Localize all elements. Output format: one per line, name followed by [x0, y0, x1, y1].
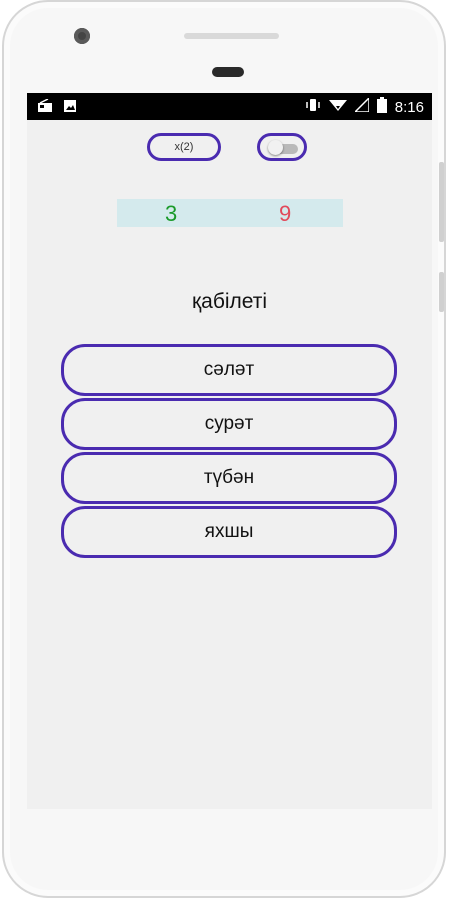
multiplier-label: x(2): [174, 141, 194, 153]
answer-list: сәләт сурәт түбән яхшы: [61, 344, 397, 560]
answer-label: түбән: [203, 467, 255, 488]
mode-toggle[interactable]: [257, 133, 307, 161]
wrong-count: 9: [279, 201, 292, 226]
speaker-grille: [184, 33, 279, 39]
answer-label: яхшы: [204, 521, 254, 542]
vibrate-icon: [305, 97, 321, 118]
answer-button[interactable]: яхшы: [61, 506, 397, 558]
answer-label: сурәт: [204, 413, 254, 434]
toggle-knob: [268, 140, 283, 155]
app-screen: 8:16 x(2) 3 9 қабілеті сәләт сурәт түбән…: [27, 93, 432, 809]
earpiece: [212, 67, 244, 77]
image-icon: [63, 99, 77, 118]
correct-count: 3: [165, 201, 178, 226]
answer-button[interactable]: сурәт: [61, 398, 397, 450]
phone-frame: 8:16 x(2) 3 9 қабілеті сәләт сурәт түбән…: [2, 0, 446, 898]
answer-button[interactable]: түбән: [61, 452, 397, 504]
status-time: 8:16: [394, 99, 424, 116]
question-word: қабілеті: [191, 290, 268, 313]
front-camera: [74, 28, 90, 44]
wifi-icon: [328, 98, 347, 117]
top-controls: x(2): [147, 133, 307, 161]
multiplier-button[interactable]: x(2): [147, 133, 221, 161]
status-bar: 8:16: [27, 93, 432, 120]
signal-icon: [352, 96, 370, 117]
answer-button[interactable]: сәләт: [61, 344, 397, 396]
power-button: [439, 272, 444, 312]
volume-button: [439, 162, 444, 242]
score-bar: 3 9: [117, 199, 343, 227]
battery-icon: [376, 97, 387, 118]
radio-icon: [37, 98, 53, 118]
answer-label: сәләт: [203, 359, 255, 380]
